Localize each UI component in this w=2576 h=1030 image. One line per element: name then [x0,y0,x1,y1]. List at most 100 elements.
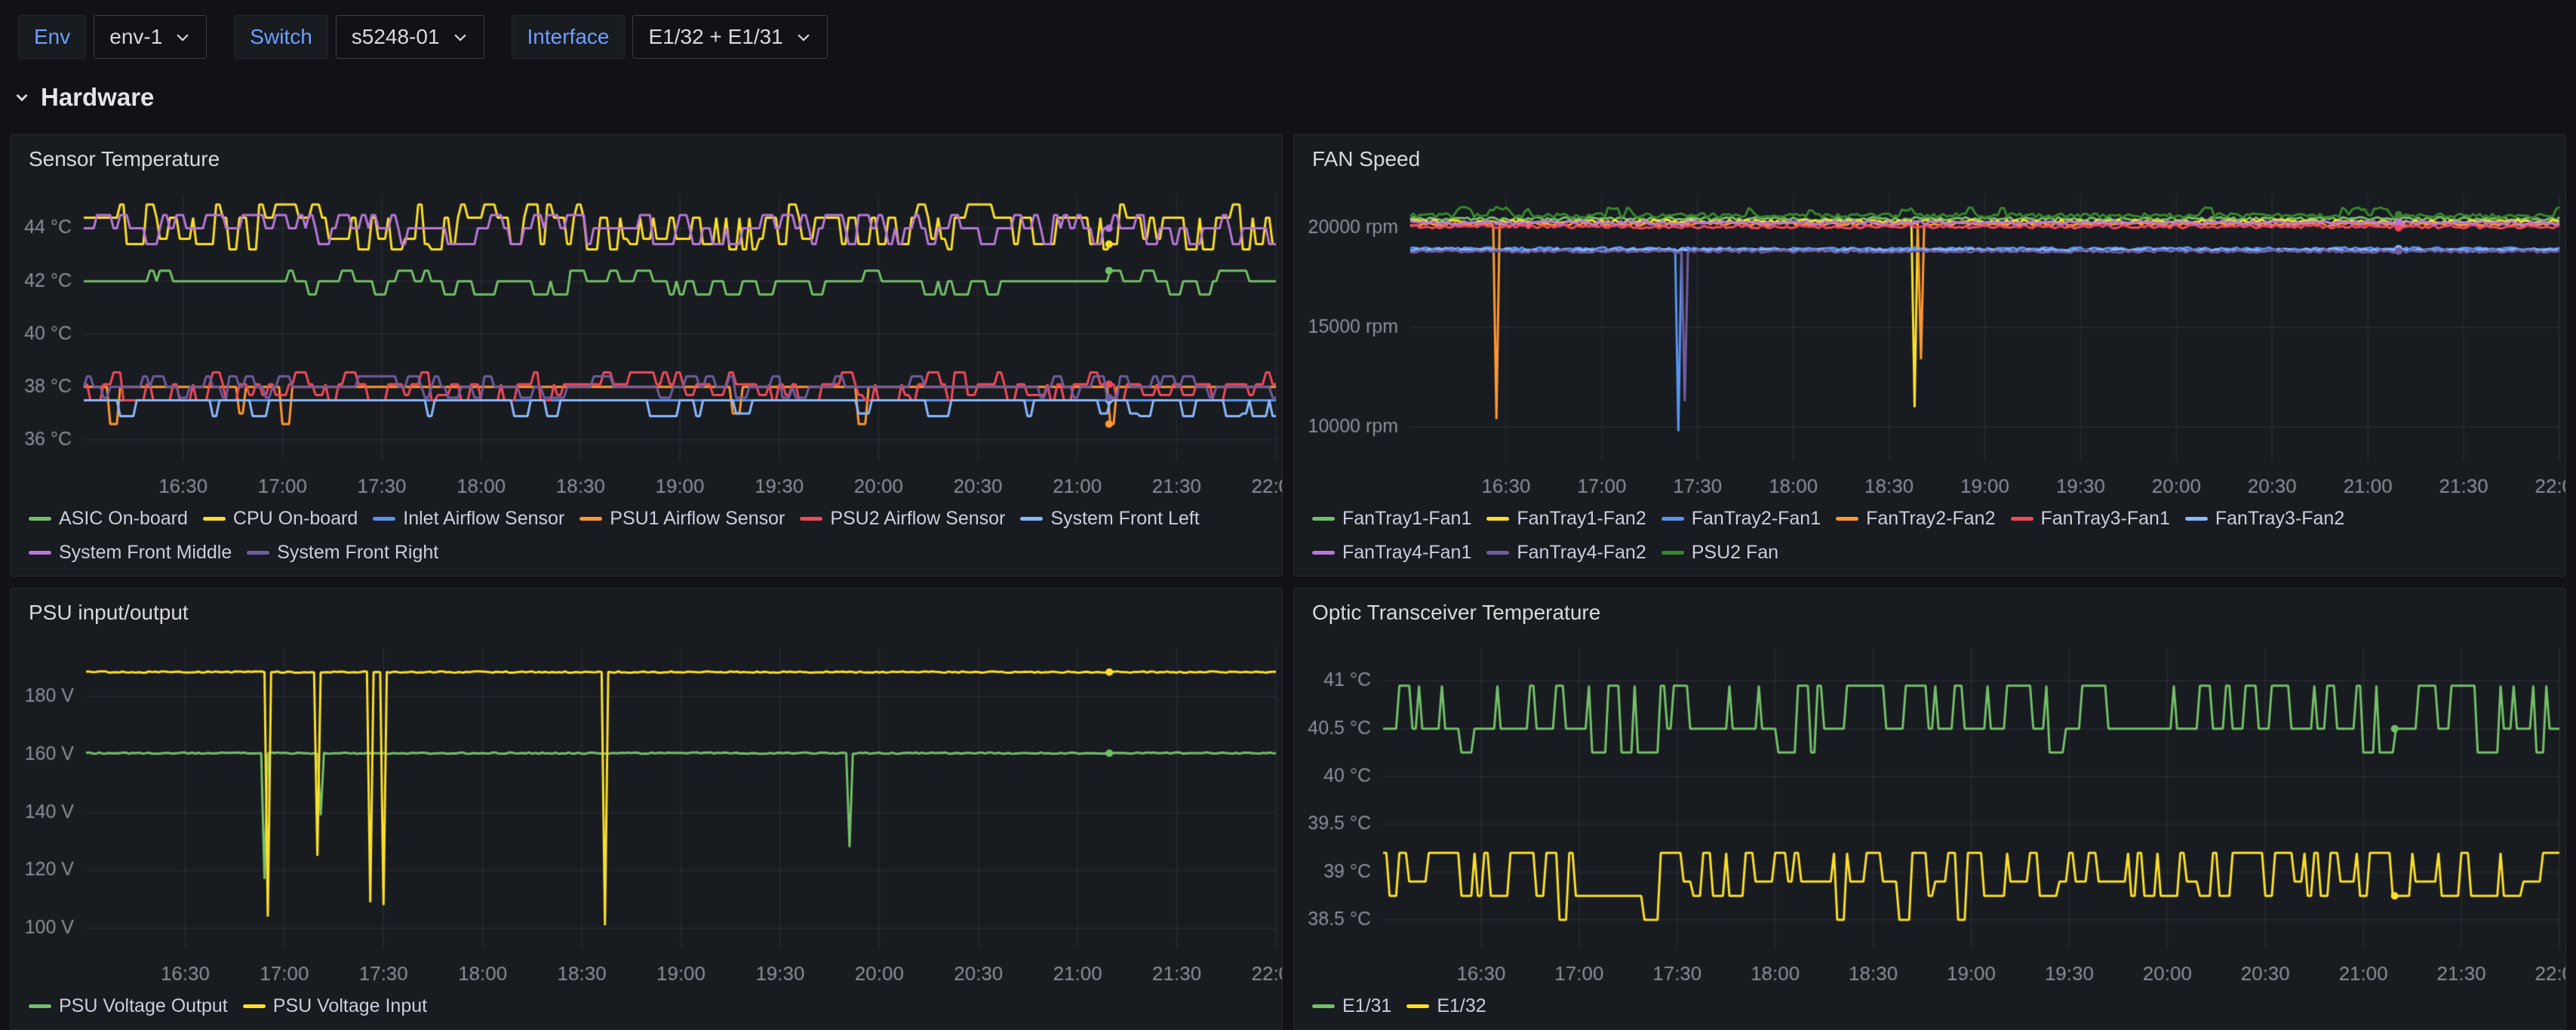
series-name: System Front Middle [59,542,232,564]
chevron-down-icon [174,29,191,45]
legend-item[interactable]: System Front Left [1020,508,1199,530]
legend-item[interactable]: FanTray3-Fan1 [2011,508,2170,530]
interface-variable-control: Interface E1/32 + E1/31 [512,15,828,59]
series-color-swatch [1312,551,1335,555]
series-color-swatch [243,1004,266,1008]
panel-title[interactable]: Optic Transceiver Temperature [1294,589,2565,628]
env-variable-value: env-1 [109,25,162,49]
series-name: System Front Left [1050,508,1199,530]
series-color-swatch [29,1004,51,1008]
interface-variable-value: E1/32 + E1/31 [648,25,782,49]
series-color-swatch [1312,1004,1335,1008]
panel-title[interactable]: PSU input/output [11,589,1282,628]
series-color-swatch [1486,517,1509,521]
series-name: E1/32 [1437,995,1486,1017]
series-name: E1/31 [1342,995,1391,1017]
series-name: ASIC On-board [59,508,188,530]
legend-item[interactable]: CPU On-board [203,508,358,530]
fan-speed-legend: FanTray1-Fan1 FanTray1-Fan2 FanTray2-Fan1 F… [1294,505,2565,576]
panels-grid: Sensor Temperature ASIC On-board CPU On-b… [10,134,2566,1030]
switch-variable-control: Switch s5248-01 [234,15,484,59]
series-name: System Front Right [277,542,438,564]
chevron-down-icon [795,29,812,45]
legend-item[interactable]: FanTray2-Fan2 [1836,508,1995,530]
switch-variable-label: Switch [234,15,327,59]
series-name: CPU On-board [233,508,358,530]
series-name: FanTray4-Fan2 [1517,542,1646,564]
series-color-swatch [1661,551,1684,555]
series-color-swatch [2185,517,2208,521]
panel-sensor-temperature: Sensor Temperature ASIC On-board CPU On-b… [10,134,1283,576]
legend-item[interactable]: System Front Right [247,542,438,564]
optic-transceiver-temperature-chart[interactable] [1294,628,2565,992]
sensor-temperature-chart[interactable] [11,174,1282,505]
interface-variable-label: Interface [512,15,626,59]
legend-item[interactable]: FanTray2-Fan1 [1661,508,1821,530]
chevron-down-icon [452,29,469,45]
series-name: PSU Voltage Input [273,995,427,1017]
switch-variable-dropdown[interactable]: s5248-01 [336,15,484,59]
series-name: FanTray1-Fan1 [1342,508,1471,530]
legend-item[interactable]: FanTray3-Fan2 [2185,508,2344,530]
series-color-swatch [1406,1004,1429,1008]
interface-variable-dropdown[interactable]: E1/32 + E1/31 [632,15,827,59]
hardware-section-header[interactable]: Hardware [12,80,2576,115]
series-name: FanTray2-Fan1 [1692,508,1821,530]
fan-speed-chart[interactable] [1294,174,2565,505]
section-title: Hardware [41,83,154,112]
env-variable-control: Env env-1 [18,15,207,59]
legend-item[interactable]: Inlet Airflow Sensor [373,508,564,530]
legend-item[interactable]: FanTray4-Fan1 [1312,542,1471,564]
series-color-swatch [29,551,51,555]
legend-item[interactable]: E1/31 [1312,995,1391,1017]
panel-optic-transceiver-temperature: Optic Transceiver Temperature E1/31 E1/32 [1293,588,2566,1030]
grafana-dashboard: Env env-1 Switch s5248-01 Interface E1/3… [0,0,2576,1030]
series-name: Inlet Airflow Sensor [403,508,564,530]
series-color-swatch [29,517,51,521]
legend-item[interactable]: ASIC On-board [29,508,188,530]
section-collapse-icon [12,88,32,107]
optic-transceiver-temperature-legend: E1/31 E1/32 [1294,992,2565,1029]
psu-input-output-chart[interactable] [11,628,1282,992]
series-color-swatch [1312,517,1335,521]
psu-input-output-legend: PSU Voltage Output PSU Voltage Input [11,992,1282,1029]
series-color-swatch [2011,517,2033,521]
panel-psu-input-output: PSU input/output PSU Voltage OutputPSU V… [10,588,1283,1030]
panel-title[interactable]: FAN Speed [1294,135,2565,174]
sensor-temperature-legend: ASIC On-board CPU On-board Inlet Airflow S… [11,505,1282,576]
env-variable-label: Env [18,15,86,59]
legend-item[interactable]: PSU2 Airflow Sensor [800,508,1005,530]
legend-item[interactable]: PSU1 Airflow Sensor [579,508,785,530]
series-name: FanTray1-Fan2 [1517,508,1646,530]
legend-item[interactable]: FanTray1-Fan1 [1312,508,1471,530]
series-name: PSU1 Airflow Sensor [610,508,785,530]
switch-variable-value: s5248-01 [352,25,440,49]
panel-fan-speed: FAN Speed FanTray1-Fan1FanTray1-Fan2FanT… [1293,134,2566,576]
series-name: PSU2 Fan [1692,542,1778,564]
series-color-swatch [373,517,395,521]
legend-item[interactable]: System Front Middle [29,542,232,564]
series-color-swatch [1661,517,1684,521]
panel-title[interactable]: Sensor Temperature [11,135,1282,174]
legend-item[interactable]: PSU2 Fan [1661,542,1778,564]
series-color-swatch [203,517,226,521]
series-name: FanTray3-Fan2 [2215,508,2344,530]
series-color-swatch [1020,517,1043,521]
series-color-swatch [800,517,822,521]
series-name: FanTray4-Fan1 [1342,542,1471,564]
series-name: PSU2 Airflow Sensor [830,508,1005,530]
series-name: FanTray3-Fan1 [2041,508,2170,530]
series-color-swatch [247,551,269,555]
series-color-swatch [1486,551,1509,555]
env-variable-dropdown[interactable]: env-1 [94,15,207,59]
series-color-swatch [579,517,602,521]
legend-item[interactable]: PSU Voltage Input [243,995,427,1017]
legend-item[interactable]: E1/32 [1406,995,1486,1017]
series-name: PSU Voltage Output [59,995,228,1017]
legend-item[interactable]: FanTray4-Fan2 [1486,542,1646,564]
legend-item[interactable]: PSU Voltage Output [29,995,228,1017]
variables-toolbar: Env env-1 Switch s5248-01 Interface E1/3… [0,0,2576,59]
legend-item[interactable]: FanTray1-Fan2 [1486,508,1646,530]
series-name: FanTray2-Fan2 [1866,508,1995,530]
series-color-swatch [1836,517,1858,521]
